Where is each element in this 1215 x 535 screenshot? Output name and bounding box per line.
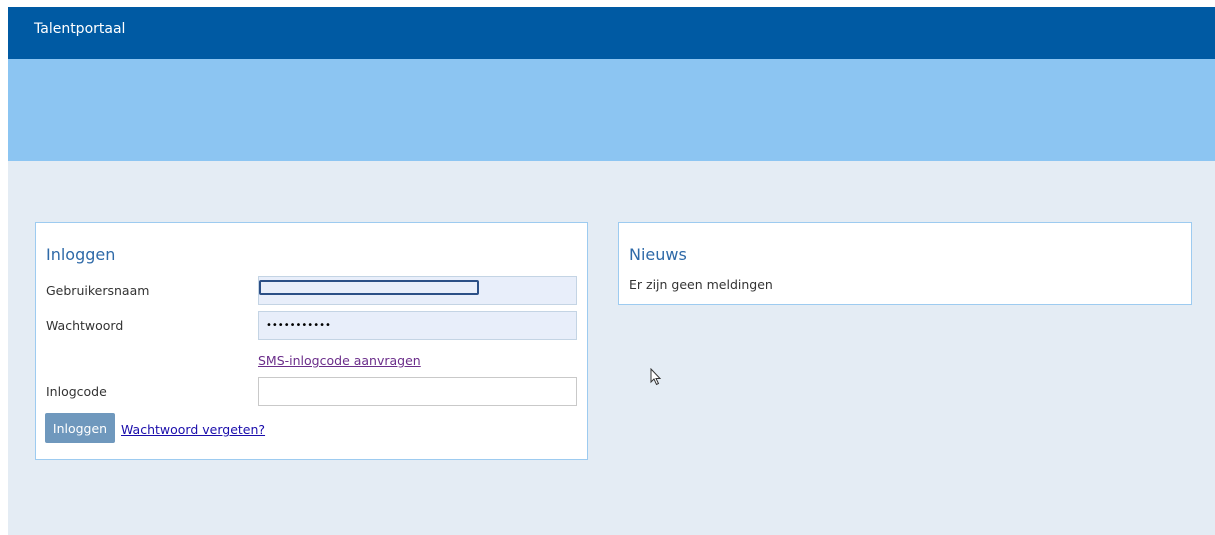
password-label: Wachtwoord xyxy=(46,318,124,333)
hero-banner xyxy=(8,59,1215,161)
username-field[interactable] xyxy=(258,276,577,305)
username-field-wrapper xyxy=(258,276,577,305)
code-label: Inlogcode xyxy=(46,384,107,399)
password-field[interactable]: ••••••••••• xyxy=(258,311,577,340)
username-label: Gebruikersnaam xyxy=(46,283,150,298)
mouse-cursor-icon xyxy=(650,368,662,386)
page-background: Talentportaal Inloggen Gebruikersnaam Wa… xyxy=(8,7,1215,535)
news-panel: Nieuws Er zijn geen meldingen xyxy=(618,222,1192,305)
app-title: Talentportaal xyxy=(34,21,126,37)
login-code-field[interactable] xyxy=(258,377,577,406)
news-message: Er zijn geen meldingen xyxy=(629,277,773,292)
forgot-password-link[interactable]: Wachtwoord vergeten? xyxy=(121,422,265,438)
sms-code-link[interactable]: SMS-inlogcode aanvragen xyxy=(258,353,421,369)
login-button[interactable]: Inloggen xyxy=(45,413,115,443)
news-title: Nieuws xyxy=(629,245,687,264)
login-title: Inloggen xyxy=(46,245,116,264)
login-panel: Inloggen Gebruikersnaam Wachtwoord •••••… xyxy=(35,222,588,460)
top-bar: Talentportaal xyxy=(8,7,1215,59)
